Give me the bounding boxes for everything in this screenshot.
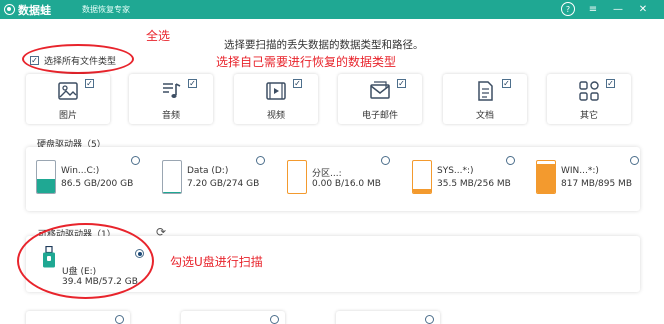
drive-icon — [36, 160, 56, 194]
drive-icon — [287, 160, 307, 194]
drive-size: 0.00 B/16.0 MB — [312, 179, 381, 189]
drive-name: 分区...: — [312, 169, 342, 179]
radio-button[interactable] — [425, 315, 434, 324]
checkbox-checked-icon[interactable]: ✓ — [397, 79, 406, 88]
usb-drive-icon — [43, 246, 55, 268]
apps-icon — [579, 81, 599, 101]
image-icon — [58, 82, 78, 100]
checkbox-checked-icon[interactable]: ✓ — [502, 79, 511, 88]
drive-name: WIN...*:) — [561, 166, 599, 176]
annotation-select-all: 全选 — [146, 29, 171, 43]
select-all-checkbox[interactable]: ✓ 选择所有文件类型 — [30, 54, 116, 67]
drive-usage-fill — [37, 179, 55, 193]
file-type-image[interactable]: ✓ 图片 — [26, 74, 110, 124]
checkbox-checked-icon[interactable]: ✓ — [188, 79, 197, 88]
partial-card — [26, 311, 130, 324]
drive-usb-radio[interactable] — [135, 249, 144, 258]
select-all-label: 选择所有文件类型 — [44, 57, 117, 67]
file-type-label: 图片 — [58, 111, 77, 121]
drive-usage-fill — [413, 188, 431, 193]
file-type-label: 其它 — [579, 111, 598, 121]
file-type-video[interactable]: ✓ 视频 — [234, 74, 318, 124]
radio-button[interactable] — [270, 315, 279, 324]
drive-usage-fill — [163, 192, 181, 193]
annotation-choose-usb: 勾选U盘进行扫描 — [170, 255, 263, 269]
app-logo: 数据蛙 — [4, 2, 51, 17]
partial-card — [336, 311, 440, 324]
app-name: 数据蛙 — [18, 3, 51, 17]
partial-card — [181, 311, 285, 324]
annotation-choose-types: 选择自己需要进行恢复的数据类型 — [216, 55, 397, 69]
minimize-button[interactable]: — — [611, 2, 625, 16]
checkbox-checked-icon[interactable]: ✓ — [85, 79, 94, 88]
file-type-label: 文档 — [475, 111, 494, 121]
file-type-label: 视频 — [266, 111, 285, 121]
drive-size: 817 MB/895 MB — [561, 179, 632, 189]
radio-button[interactable] — [115, 315, 124, 324]
checkbox-checked-icon[interactable]: ✓ — [606, 79, 615, 88]
file-type-label: 音频 — [161, 111, 180, 121]
checkbox-checked-icon[interactable]: ✓ — [293, 79, 302, 88]
music-icon — [163, 83, 181, 98]
drive-usage-fill — [537, 163, 555, 193]
file-type-email[interactable]: ✓ 电子邮件 — [338, 74, 422, 124]
file-type-label: 电子邮件 — [361, 111, 398, 121]
drive-name: Win...C:) — [61, 166, 100, 176]
drive-sys-radio[interactable] — [506, 156, 515, 165]
drive-c-radio[interactable] — [131, 156, 140, 165]
drive-win-radio[interactable] — [630, 156, 639, 165]
drive-d-radio[interactable] — [256, 156, 265, 165]
video-icon — [266, 82, 286, 100]
app-subtitle: 数据恢复专家 — [82, 5, 130, 14]
help-button[interactable]: ? — [561, 2, 575, 16]
checkbox-checked-icon[interactable]: ✓ — [30, 56, 39, 65]
mail-icon — [370, 81, 390, 99]
close-button[interactable]: ✕ — [636, 2, 650, 16]
drive-icon — [412, 160, 432, 194]
hard-drives-panel: Win...C:) 86.5 GB/200 GB Data (D:) 7.20 … — [26, 147, 640, 211]
frog-logo-icon — [4, 4, 15, 15]
drive-name: Data (D:) — [187, 166, 229, 176]
removable-drives-panel: U盘 (E:) 39.4 MB/57.2 GB — [26, 236, 640, 292]
drive-size: 86.5 GB/200 GB — [61, 179, 134, 189]
document-icon — [478, 81, 493, 101]
drive-size: 39.4 MB/57.2 GB — [62, 277, 138, 287]
drive-name: U盘 (E:) — [62, 267, 97, 277]
drive-name: SYS...*:) — [437, 166, 474, 176]
drive-size: 7.20 GB/274 GB — [187, 179, 260, 189]
drive-icon — [536, 160, 556, 194]
file-type-list: ✓ 图片 ✓ 音频 ✓ 视频 ✓ 电子邮件 ✓ 文档 ✓ 其它 — [0, 74, 664, 124]
file-type-other[interactable]: ✓ 其它 — [547, 74, 631, 124]
instruction-text: 选择要扫描的丢失数据的数据类型和路径。 — [224, 39, 424, 51]
drive-usb[interactable]: U盘 (E:) 39.4 MB/57.2 GB — [26, 244, 151, 288]
title-bar: 数据蛙 数据恢复专家 ? ≡ — ✕ — [0, 0, 664, 19]
drive-partition-radio[interactable] — [381, 156, 390, 165]
file-type-document[interactable]: ✓ 文档 — [443, 74, 527, 124]
drive-icon — [162, 160, 182, 194]
menu-button[interactable]: ≡ — [586, 2, 600, 16]
file-type-audio[interactable]: ✓ 音频 — [129, 74, 213, 124]
drive-size: 35.5 MB/256 MB — [437, 179, 511, 189]
